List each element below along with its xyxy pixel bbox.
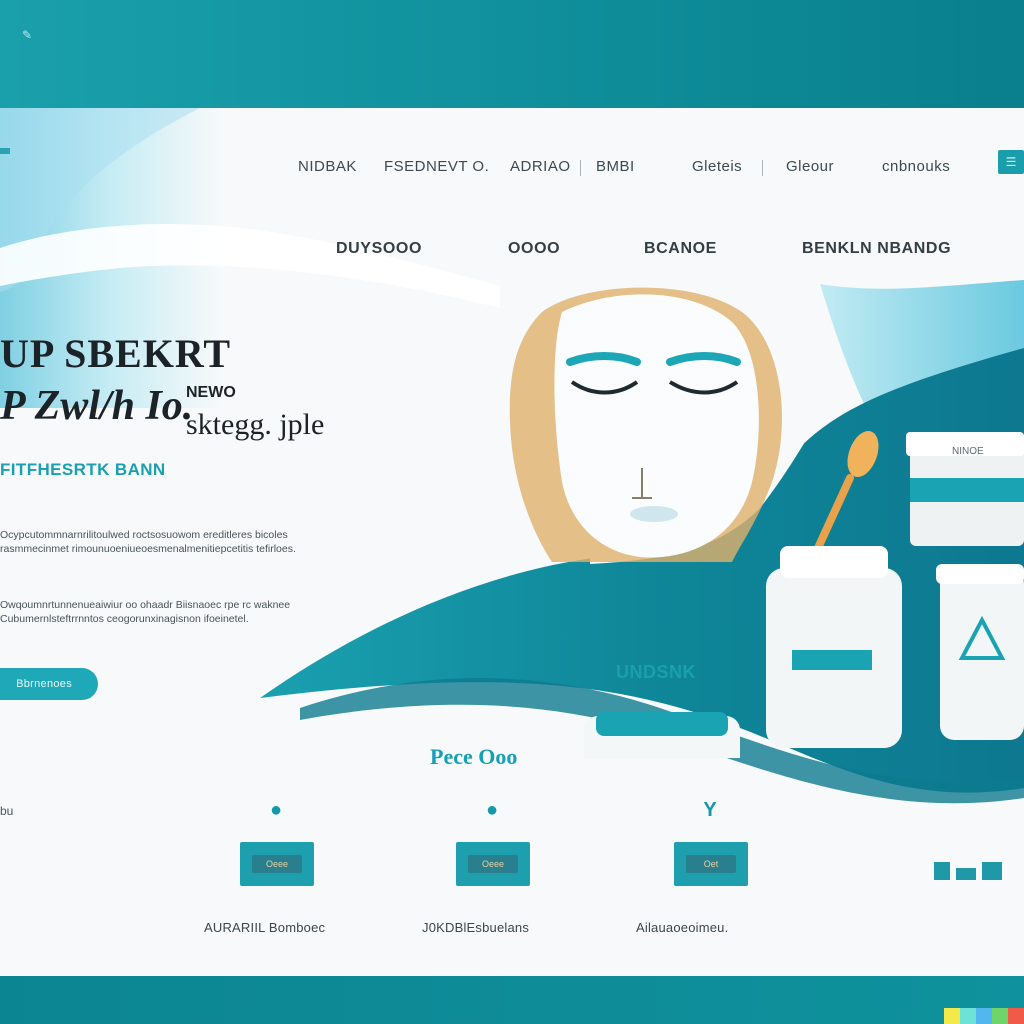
feature-label-2: J0KDBlEsbuelans [422, 920, 530, 935]
hero-body-2: Owqoumnrtunnenueaiwiur oo ohaadr Biisnao… [0, 599, 291, 625]
bars-icon [934, 862, 1004, 880]
top-band: ✎ [0, 0, 1024, 108]
subnav-item-1[interactable]: DUYSOOO [336, 240, 422, 258]
nav-item-2[interactable]: FSEDNEVT O. [384, 158, 489, 178]
left-note: bu [0, 804, 14, 818]
features-heading: Pece Ooo [430, 744, 518, 769]
nav-separator [762, 160, 763, 176]
jar-label: UNDSNK [616, 662, 697, 682]
subnav-item-2[interactable]: OOOO [508, 240, 560, 258]
feature-card-2-label: Oeee [468, 855, 518, 873]
hero-accent-text: FITFHESRTK BANN [0, 460, 166, 479]
nav-item-4[interactable]: BMBI [596, 158, 635, 178]
hero-cta-button[interactable]: Bbrnenoes [0, 668, 98, 700]
nav-item-1[interactable]: NIDBAK [298, 158, 357, 178]
feature-card-1-label: Oeee [252, 855, 302, 873]
y-icon: Y [703, 799, 717, 821]
top-glyph-icon: ✎ [22, 28, 33, 42]
subnav-item-4[interactable]: BENKLN NBANDG [802, 240, 951, 258]
top-jar-label: NINOE [952, 446, 984, 457]
hero-title: UP SBEKRT [0, 331, 231, 376]
hero-subtitle-small: NEWO [186, 384, 236, 401]
page-canvas: UNDSNK NINOE NIDBAK FSEDNEVT O. ADRIAO B… [0, 108, 1024, 976]
feature-card-3[interactable]: Oet [674, 842, 748, 886]
nav-item-5[interactable]: Gleteis [692, 158, 742, 178]
feature-card-3-label: Oet [686, 855, 736, 873]
nav-item-3[interactable]: ADRIAO [510, 158, 571, 178]
product-illustration [584, 430, 1024, 758]
nav-item-6[interactable]: Gleour [786, 158, 834, 178]
nav-item-7[interactable]: cnbnouks [882, 158, 950, 178]
menu-icon[interactable]: ☰ [998, 150, 1024, 174]
nav-separator [580, 160, 581, 176]
hero-subtitle-tail: sktegg. jple [186, 408, 325, 441]
subnav-item-3[interactable]: BCANOE [644, 240, 717, 258]
feature-card-1[interactable]: Oeee [240, 842, 314, 886]
feature-label-3: Ailauaoeoimeu. [636, 920, 729, 935]
hero-subtitle: P Zwl/h Io. [0, 383, 194, 429]
feature-label-1: AURARIIL Bomboec [204, 920, 326, 935]
feature-card-2[interactable]: Oeee [456, 842, 530, 886]
color-swatch-strip [944, 1008, 1024, 1024]
nav-corner-mark [0, 148, 10, 154]
bottom-band [0, 976, 1024, 1024]
hero-body-1: Ocypcutommnarnrilitoulwed roctsosuowom e… [0, 529, 296, 555]
drop-icon: ● [269, 799, 283, 821]
circle-icon: ● [485, 799, 499, 821]
